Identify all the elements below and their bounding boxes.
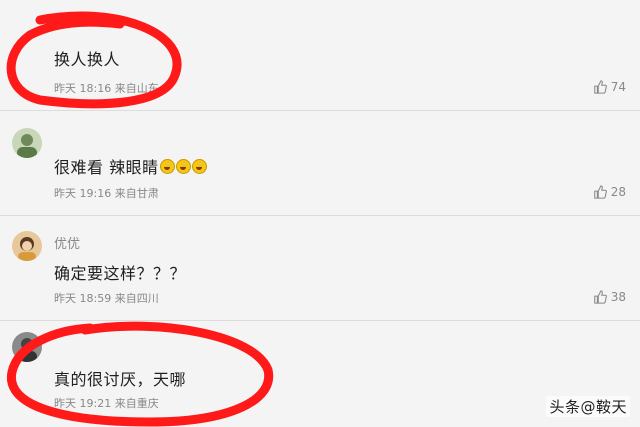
comment-meta: 昨天 19:16 来自甘肃 — [54, 185, 159, 201]
comment-text: 换人换人 — [54, 50, 121, 69]
comment-location: 来自山东 — [114, 82, 159, 95]
thumbs-up-icon — [593, 185, 607, 199]
like-button[interactable]: 38 — [593, 290, 626, 304]
thumbs-up-icon — [593, 80, 607, 94]
thumbs-up-icon — [593, 290, 607, 304]
comment-meta: 昨天 18:16 来自山东 — [54, 80, 159, 96]
comment-time: 昨天 19:16 — [54, 187, 112, 200]
comment-item: 很难看 辣眼睛 昨天 19:16 来自甘肃 28 — [0, 110, 640, 216]
comment-time: 昨天 19:21 — [54, 397, 112, 410]
avatar[interactable] — [12, 128, 42, 158]
comment-text: 很难看 辣眼睛 — [54, 154, 207, 178]
comment-item: 真的很讨厌，天哪 昨天 19:21 来自重庆 — [0, 320, 640, 427]
comment-time: 昨天 18:16 — [54, 82, 112, 95]
comment-meta: 昨天 19:21 来自重庆 — [54, 395, 159, 411]
avatar[interactable] — [12, 332, 42, 362]
like-button[interactable]: 28 — [593, 185, 626, 199]
like-count: 74 — [610, 80, 626, 94]
watermark: 头条@鞍天 — [546, 396, 630, 417]
comment-item: 优优 确定要这样？？？ 昨天 18:59 来自四川 38 — [0, 215, 640, 321]
laughing-emoji-icon — [191, 159, 207, 174]
like-count: 28 — [610, 185, 626, 199]
like-button[interactable]: 74 — [593, 80, 626, 94]
comment-time: 昨天 18:59 — [54, 292, 112, 305]
comment-location: 来自重庆 — [114, 397, 159, 410]
laughing-emoji-icon — [175, 159, 191, 174]
comment-location: 来自四川 — [114, 292, 159, 305]
laughing-emoji-icon — [159, 159, 175, 174]
comment-meta: 昨天 18:59 来自四川 — [54, 290, 159, 306]
like-count: 38 — [610, 290, 626, 304]
comment-username[interactable]: 优优 — [54, 233, 80, 252]
avatar[interactable] — [12, 231, 42, 261]
comment-text: 确定要这样？？？ — [54, 264, 187, 283]
comment-list: 换人换人 昨天 18:16 来自山东 74 很难看 辣眼睛 昨天 19:16 来… — [0, 0, 640, 427]
comment-location: 来自甘肃 — [114, 187, 159, 200]
comment-item: 换人换人 昨天 18:16 来自山东 74 — [0, 0, 640, 111]
comment-text: 真的很讨厌，天哪 — [54, 370, 187, 389]
